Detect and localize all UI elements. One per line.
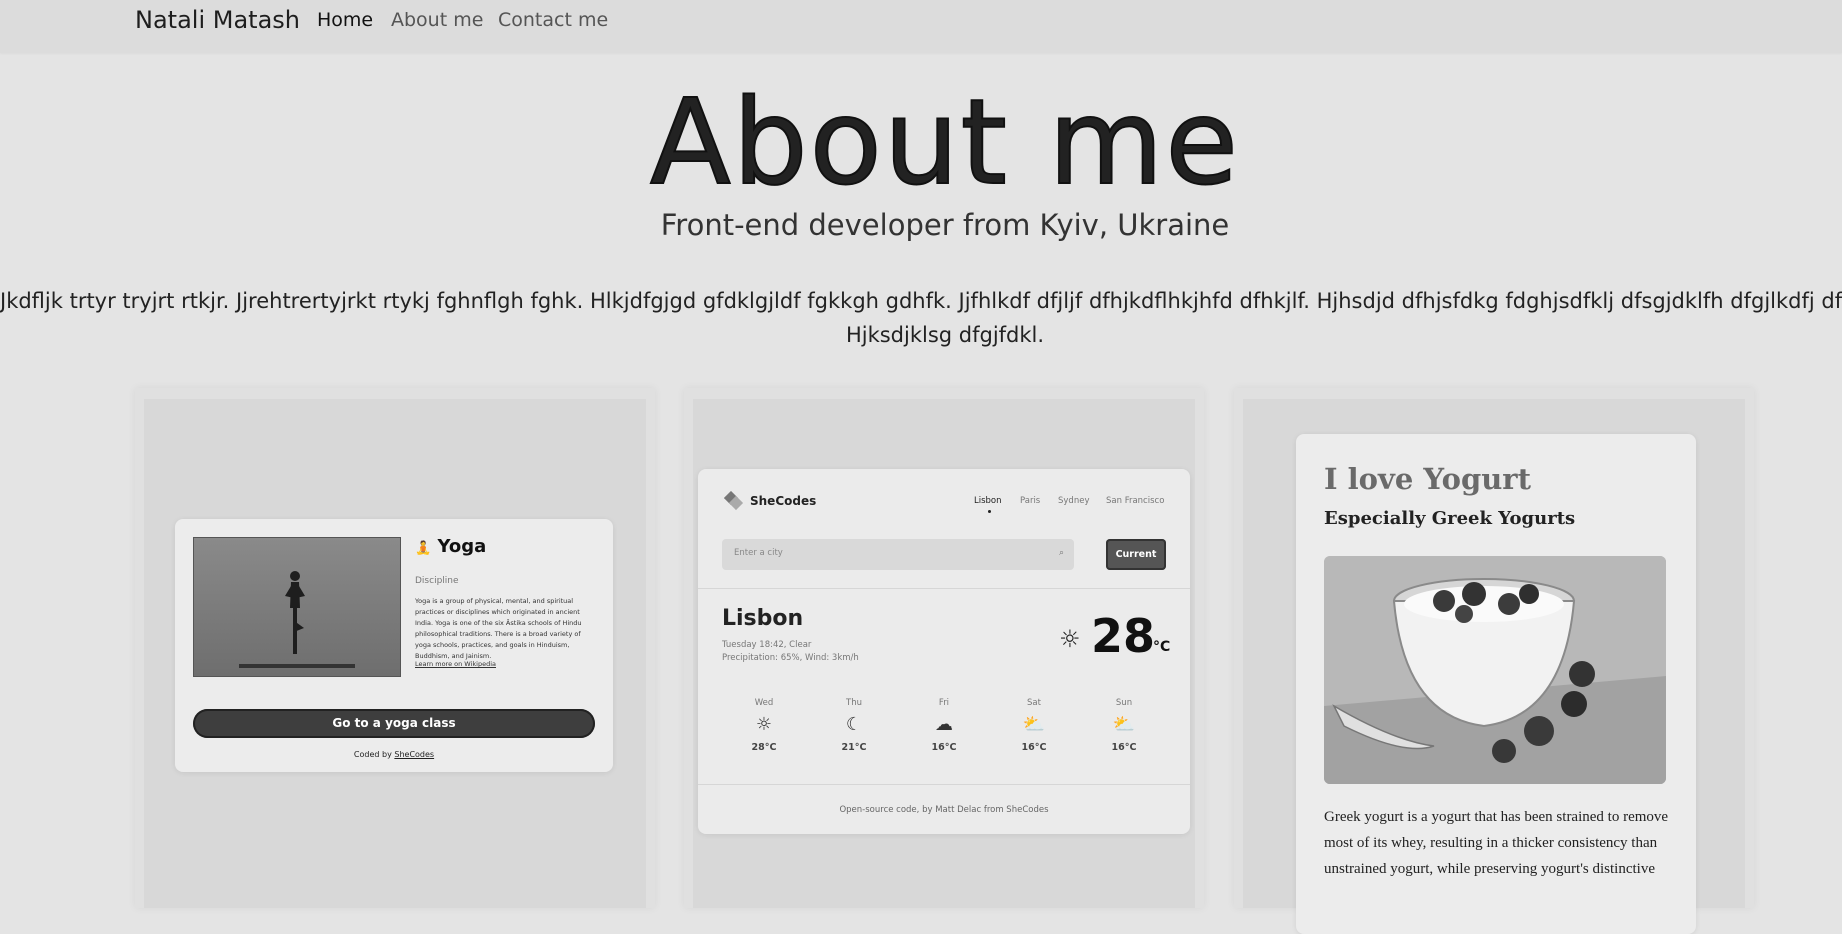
forecast-day: Wed ☼ 28°C: [734, 698, 794, 753]
shecodes-logo-icon: [724, 491, 744, 511]
nav-link-about[interactable]: About me: [391, 9, 483, 31]
divider: [698, 784, 1190, 785]
weather-logo-text: SheCodes: [750, 494, 817, 508]
shecodes-link[interactable]: SheCodes: [394, 750, 434, 759]
weather-city: Lisbon: [722, 606, 804, 631]
intro-line-2: Hjksdjklsg dfgjfdkl.: [845, 323, 1045, 347]
brand-link[interactable]: Natali Matash: [135, 6, 300, 34]
cloud-icon: ☁: [935, 714, 953, 735]
yoga-mat: [239, 664, 355, 668]
weather-footer: Open-source code, by Matt Delac from She…: [839, 805, 1049, 815]
yoga-photo: [193, 537, 401, 677]
forecast-temp: 16°C: [1111, 742, 1137, 753]
navbar: Natali Matash Home About me Contact me: [0, 0, 1842, 53]
sun-cloud-icon: ⛅: [1112, 714, 1136, 735]
yoga-person-illustration: [285, 571, 305, 654]
weather-precipitation-wind: Precipitation: 65%, Wind: 3km/h: [722, 653, 859, 663]
page-title: About me: [649, 72, 1240, 212]
forecast-temp: 16°C: [931, 742, 957, 753]
yogurt-photo: [1324, 556, 1666, 784]
current-location-button[interactable]: Current: [1106, 539, 1166, 570]
project-card-weather[interactable]: SheCodes Lisbon Paris Sydney San Francis…: [684, 388, 1204, 908]
yogurt-description: Greek yogurt is a yogurt that has been s…: [1324, 809, 1669, 877]
forecast-day: Thu ☾ 21°C: [824, 698, 884, 753]
weather-app-panel: SheCodes Lisbon Paris Sydney San Francis…: [698, 469, 1190, 834]
yogurt-subtitle: Especially Greek Yogurts: [1324, 508, 1576, 529]
city-link-paris[interactable]: Paris: [1020, 496, 1040, 506]
current-temperature: 28: [1091, 609, 1156, 663]
project-preview-yoga: 🧘 Yoga Discipline Yoga is a group of phy…: [144, 399, 646, 908]
weather-datetime: Tuesday 18:42, Clear: [722, 640, 812, 650]
yoga-description: Yoga is a group of physical, mental, and…: [415, 597, 582, 660]
intro-line-1: Jkdfljk trtyr tryjrt rtkjr. Jjrehtrertyj…: [0, 289, 1842, 313]
weather-details: Tuesday 18:42, Clear Precipitation: 65%,…: [722, 639, 859, 665]
yogurt-title: I love Yogurt: [1324, 462, 1531, 496]
city-link-lisbon[interactable]: Lisbon: [974, 496, 1002, 506]
forecast-temp: 21°C: [841, 742, 867, 753]
yoga-credit-prefix: Coded by: [353, 750, 392, 759]
sun-icon: ☼: [1059, 625, 1081, 653]
project-preview-weather: SheCodes Lisbon Paris Sydney San Francis…: [693, 399, 1195, 908]
cloud-sun-icon: ⛅: [1022, 714, 1046, 735]
yogurt-panel: I love Yogurt Especially Greek Yogurts G…: [1296, 434, 1696, 934]
forecast-day-name: Sat: [1027, 698, 1041, 708]
forecast-day: Fri ☁ 16°C: [914, 698, 974, 753]
project-card-yogurt[interactable]: I love Yogurt Especially Greek Yogurts G…: [1234, 388, 1754, 934]
search-icon: ⌕: [1058, 548, 1064, 558]
project-preview-yogurt: I love Yogurt Especially Greek Yogurts G…: [1243, 399, 1745, 934]
yoga-subheading: Discipline: [415, 576, 459, 586]
temperature-unit: °C: [1153, 639, 1171, 655]
moon-icon: ☾: [845, 714, 863, 735]
city-search-input[interactable]: Enter a city ⌕: [722, 539, 1074, 570]
forecast-temp: 28°C: [751, 742, 777, 753]
yoga-class-button[interactable]: Go to a yoga class: [193, 709, 595, 738]
meditation-icon: 🧘: [415, 541, 432, 556]
nav-link-contact[interactable]: Contact me: [498, 9, 608, 31]
nav-link-home[interactable]: Home: [317, 9, 373, 31]
yogurt-bowl-illustration: [1324, 556, 1666, 784]
intro-paragraph: Jkdfljk trtyr tryjrt rtkjr. Jjrehtrertyj…: [0, 284, 1842, 352]
project-card-yoga[interactable]: 🧘 Yoga Discipline Yoga is a group of phy…: [135, 388, 655, 908]
sun-icon: ☼: [755, 714, 773, 735]
forecast-day-name: Thu: [846, 698, 862, 708]
active-city-dot: [988, 510, 991, 513]
city-link-sydney[interactable]: Sydney: [1058, 496, 1089, 506]
forecast-day-name: Sun: [1115, 698, 1133, 708]
divider: [698, 588, 1190, 589]
yoga-credit: Coded by SheCodes: [175, 750, 613, 759]
forecast-temp: 16°C: [1021, 742, 1047, 753]
yoga-wikipedia-link[interactable]: Learn more on Wikipedia: [415, 660, 496, 668]
yoga-panel: 🧘 Yoga Discipline Yoga is a group of phy…: [175, 519, 613, 772]
forecast-day: Sat ⛅ 16°C: [1004, 698, 1064, 753]
page-subtitle: Front-end developer from Kyiv, Ukraine: [660, 208, 1230, 242]
forecast-day: Sun ⛅ 16°C: [1094, 698, 1154, 753]
yoga-heading: 🧘 Yoga: [415, 536, 486, 557]
yoga-heading-text: Yoga: [437, 536, 487, 557]
forecast-day-name: Wed: [754, 698, 774, 708]
search-placeholder: Enter a city: [734, 548, 783, 558]
city-link-san-francisco[interactable]: San Francisco: [1106, 496, 1164, 506]
forecast-day-name: Fri: [938, 698, 950, 708]
